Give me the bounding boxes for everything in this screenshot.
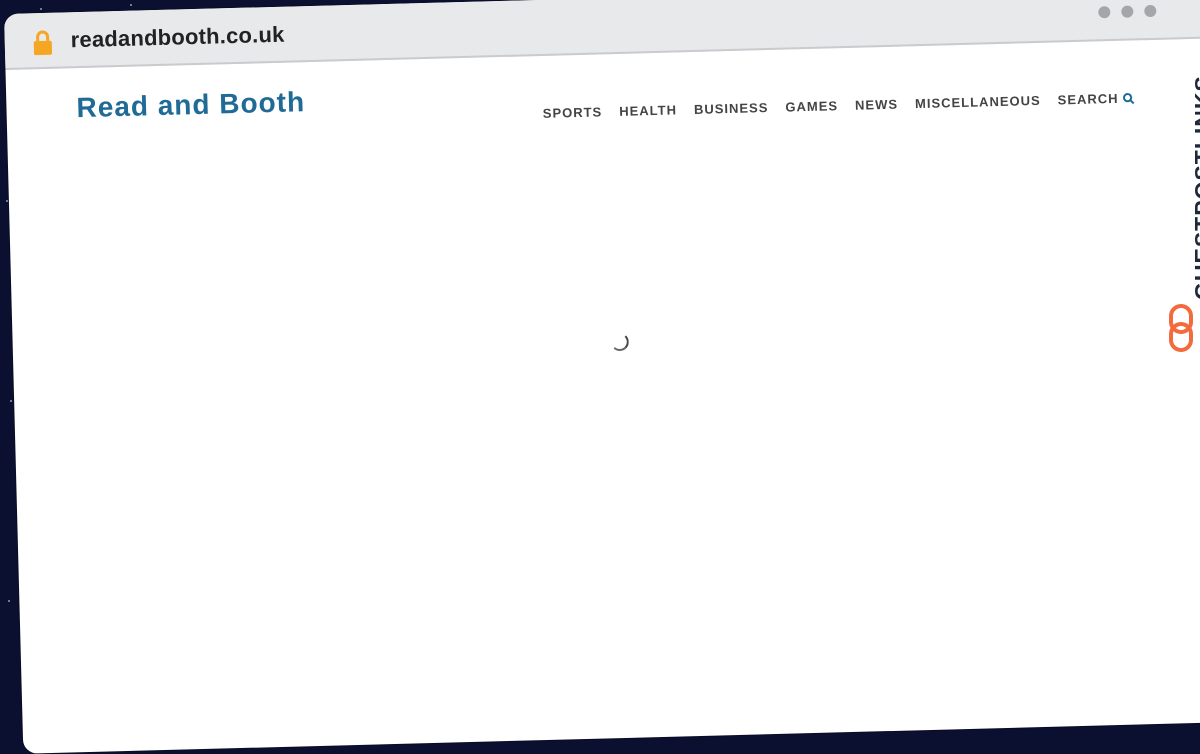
site-title[interactable]: Read and Booth — [76, 86, 305, 124]
nav-item-health[interactable]: HEALTH — [619, 102, 677, 119]
window-dots-icon[interactable] — [1098, 4, 1167, 24]
search-label: SEARCH — [1057, 90, 1119, 108]
guestpostlinks-badge-text: GUESTPOSTLINKS — [1190, 75, 1200, 300]
nav-item-news[interactable]: NEWS — [855, 97, 898, 113]
chain-link-icon — [1169, 304, 1193, 352]
url-text[interactable]: readandbooth.co.uk — [70, 22, 284, 54]
lock-icon — [33, 30, 53, 56]
nav-item-miscellaneous[interactable]: MISCELLANEOUS — [915, 93, 1041, 111]
nav-item-games[interactable]: GAMES — [785, 98, 838, 114]
browser-window: readandbooth.co.uk Read and Booth SPORTS… — [4, 0, 1200, 754]
main-nav: SPORTS HEALTH BUSINESS GAMES NEWS MISCEL… — [543, 90, 1135, 121]
nav-item-sports[interactable]: SPORTS — [543, 104, 603, 121]
search-icon — [1122, 92, 1135, 104]
nav-item-business[interactable]: BUSINESS — [694, 100, 769, 117]
loading-spinner-icon — [610, 332, 630, 352]
nav-item-search[interactable]: SEARCH — [1057, 90, 1135, 108]
